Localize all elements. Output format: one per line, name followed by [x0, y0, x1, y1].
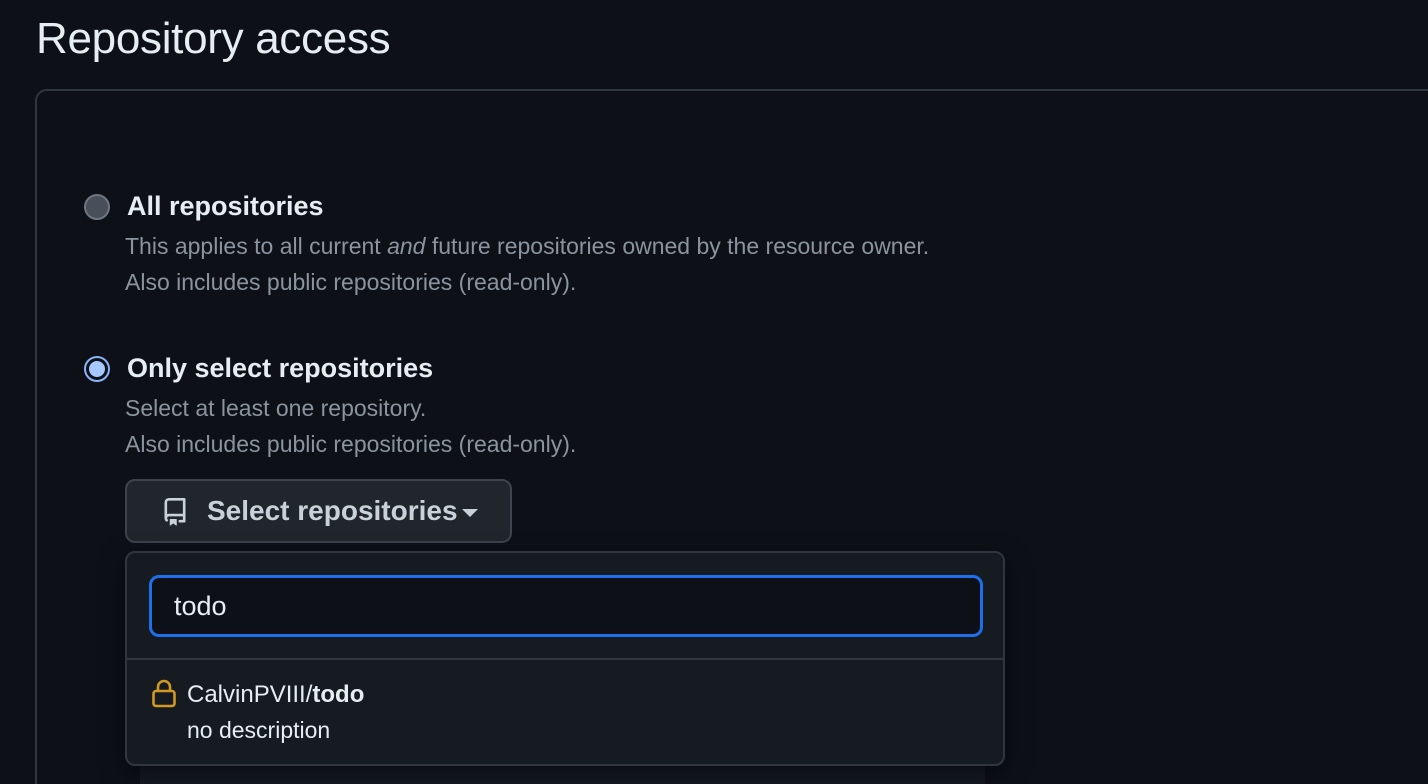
repository-search-input[interactable]	[149, 575, 983, 637]
repository-name: todo	[312, 681, 365, 708]
desc-prefix: This applies to all current	[125, 233, 388, 259]
all-repositories-public-note: Also includes public repositories (read-…	[125, 269, 577, 295]
repo-icon	[164, 498, 186, 526]
repository-result-item[interactable]: CalvinPVIII/todo no description	[127, 660, 1003, 764]
select-repositories-button-label: Select repositories	[207, 495, 458, 526]
page: Repository access All repositories This …	[0, 0, 1428, 784]
caret-down-icon	[462, 509, 478, 517]
page-title: Repository access	[36, 14, 391, 63]
desc-suffix: future repositories owned by the resourc…	[425, 233, 930, 259]
repository-full-name: CalvinPVIII/todo	[187, 681, 364, 709]
select-repositories-description: Select at least one repository.	[125, 395, 427, 421]
all-repositories-label[interactable]: All repositories	[127, 191, 324, 222]
select-repositories-radio[interactable]	[84, 356, 110, 382]
repository-owner: CalvinPVIII/	[187, 681, 313, 708]
all-repositories-description: This applies to all current and future r…	[125, 232, 929, 260]
select-repositories-public-note: Also includes public repositories (read-…	[125, 431, 577, 457]
select-repositories-button[interactable]: Select repositories	[125, 479, 512, 543]
repository-description: no description	[187, 717, 331, 743]
all-repositories-radio[interactable]	[84, 194, 110, 220]
repository-select-dropdown: CalvinPVIII/todo no description	[125, 551, 1005, 766]
lock-icon	[152, 679, 176, 708]
select-repositories-label[interactable]: Only select repositories	[127, 353, 433, 384]
desc-emphasis: and	[387, 233, 426, 259]
